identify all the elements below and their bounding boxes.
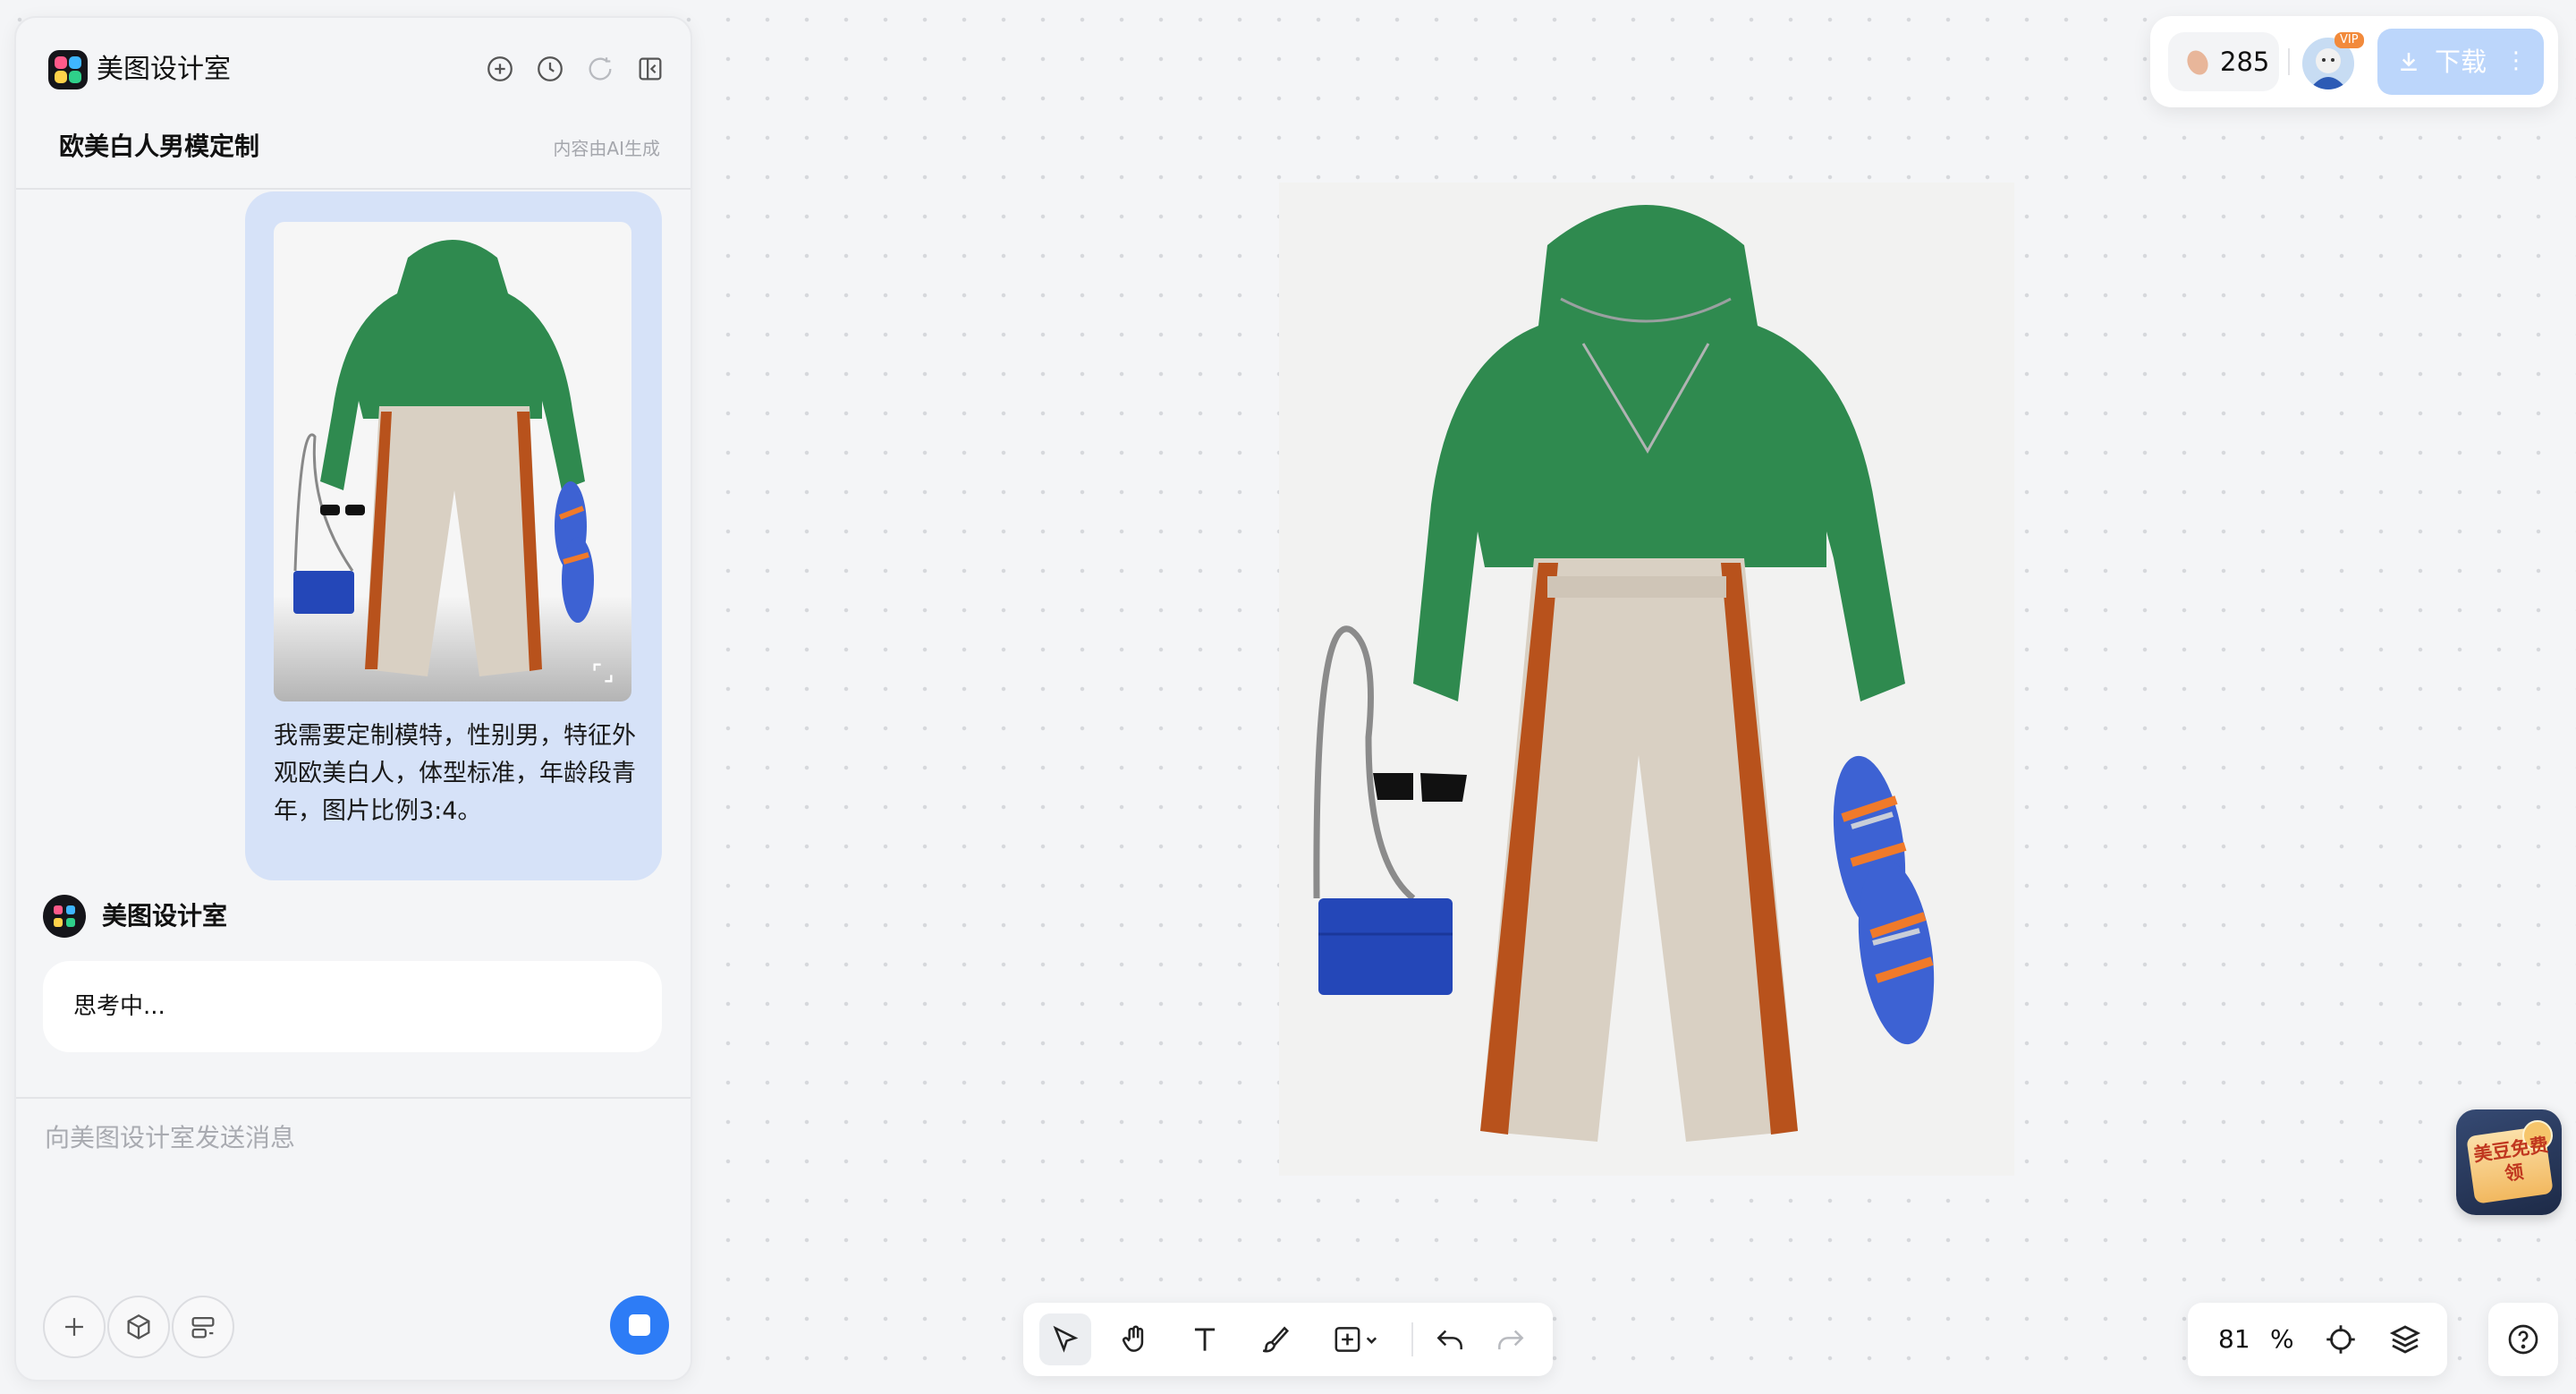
conversation-title: 欧美白人男模定制 bbox=[59, 132, 260, 161]
stop-button[interactable] bbox=[610, 1296, 669, 1355]
ai-generated-note: 内容由AI生成 bbox=[553, 138, 660, 159]
layout-icon bbox=[191, 1316, 215, 1339]
help-icon bbox=[2508, 1324, 2538, 1355]
fit-to-screen-icon[interactable] bbox=[2322, 1321, 2360, 1358]
new-chat-icon[interactable] bbox=[483, 52, 517, 86]
hand-tool[interactable] bbox=[1109, 1313, 1161, 1365]
outfit-flatlay bbox=[1313, 205, 1935, 1142]
add-box-icon bbox=[1335, 1327, 1377, 1352]
credits-badge[interactable]: 285 bbox=[2168, 32, 2279, 91]
bot-avatar-icon bbox=[54, 905, 75, 927]
app-logo-icon bbox=[48, 50, 88, 89]
settings-button[interactable] bbox=[172, 1296, 234, 1358]
brush-tool[interactable] bbox=[1249, 1313, 1301, 1365]
stop-icon bbox=[629, 1314, 650, 1336]
history-icon[interactable] bbox=[533, 52, 567, 86]
vip-badge: VIP bbox=[2334, 32, 2364, 48]
user-message-text: 我需要定制模特，性别男，特征外观欧美白人，体型标准，年龄段青年，图片比例3:4。 bbox=[274, 722, 636, 825]
refresh-icon[interactable] bbox=[583, 52, 617, 86]
input-divider bbox=[16, 1097, 691, 1099]
credits-count: 285 bbox=[2220, 47, 2270, 77]
toolbar-separator bbox=[2288, 48, 2290, 75]
expand-icon[interactable] bbox=[590, 660, 615, 685]
undo-button[interactable] bbox=[1424, 1313, 1476, 1365]
redo-icon bbox=[1498, 1330, 1524, 1350]
bot-status-text: 思考中... bbox=[73, 993, 165, 1020]
canvas-toolbar bbox=[1023, 1303, 1553, 1376]
outfit-thumbnail bbox=[293, 240, 594, 676]
collapse-panel-icon[interactable] bbox=[633, 52, 667, 86]
plus-icon bbox=[65, 1318, 83, 1336]
text-icon bbox=[1194, 1328, 1216, 1351]
hand-icon bbox=[1123, 1325, 1144, 1352]
insert-tool[interactable] bbox=[1320, 1313, 1392, 1365]
download-label: 下载 bbox=[2435, 47, 2487, 77]
message-input[interactable]: 向美图设计室发送消息 bbox=[45, 1120, 295, 1156]
zoom-controls: 81 % bbox=[2188, 1303, 2447, 1376]
app-title: 美图设计室 bbox=[97, 54, 231, 85]
download-icon bbox=[2401, 53, 2417, 71]
model-select-button[interactable] bbox=[107, 1296, 170, 1358]
download-button[interactable]: 下载 ⋮ bbox=[2377, 29, 2544, 95]
undo-icon bbox=[1436, 1330, 1462, 1350]
cube-icon bbox=[127, 1313, 150, 1340]
bot-message-bubble: 思考中... bbox=[43, 961, 662, 1052]
brush-icon bbox=[1262, 1326, 1289, 1353]
zoom-value[interactable]: 81 bbox=[2218, 1322, 2250, 1356]
top-right-toolbar: 285 VIP 下载 ⋮ bbox=[2150, 16, 2558, 107]
message-image[interactable] bbox=[274, 222, 631, 701]
help-button[interactable] bbox=[2488, 1303, 2558, 1376]
user-message-bubble: 我需要定制模特，性别男，特征外观欧美白人，体型标准，年龄段青年，图片比例3:4。 bbox=[245, 191, 662, 880]
toolbar-separator bbox=[1411, 1322, 1413, 1356]
chat-panel: 美图设计室 欧美白人男模定制 内容由AI生成 我需要定制模特，性别男，特征外观欧… bbox=[14, 16, 692, 1381]
bot-name: 美图设计室 bbox=[102, 901, 228, 931]
attach-button[interactable] bbox=[43, 1296, 106, 1358]
bean-icon bbox=[2183, 47, 2212, 79]
layers-icon[interactable] bbox=[2386, 1321, 2424, 1358]
text-tool[interactable] bbox=[1179, 1313, 1231, 1365]
select-tool[interactable] bbox=[1039, 1313, 1091, 1365]
more-options-icon[interactable]: ⋮ bbox=[2504, 43, 2528, 79]
redo-button[interactable] bbox=[1485, 1313, 1537, 1365]
canvas-image[interactable] bbox=[1279, 183, 2014, 1176]
cursor-icon bbox=[1053, 1325, 1079, 1353]
free-beans-promo[interactable]: 美豆免费领 bbox=[2456, 1109, 2562, 1215]
panel-header-actions bbox=[483, 52, 667, 86]
zoom-unit: % bbox=[2270, 1324, 2294, 1354]
bot-avatar bbox=[43, 895, 86, 938]
header-divider bbox=[16, 188, 691, 190]
